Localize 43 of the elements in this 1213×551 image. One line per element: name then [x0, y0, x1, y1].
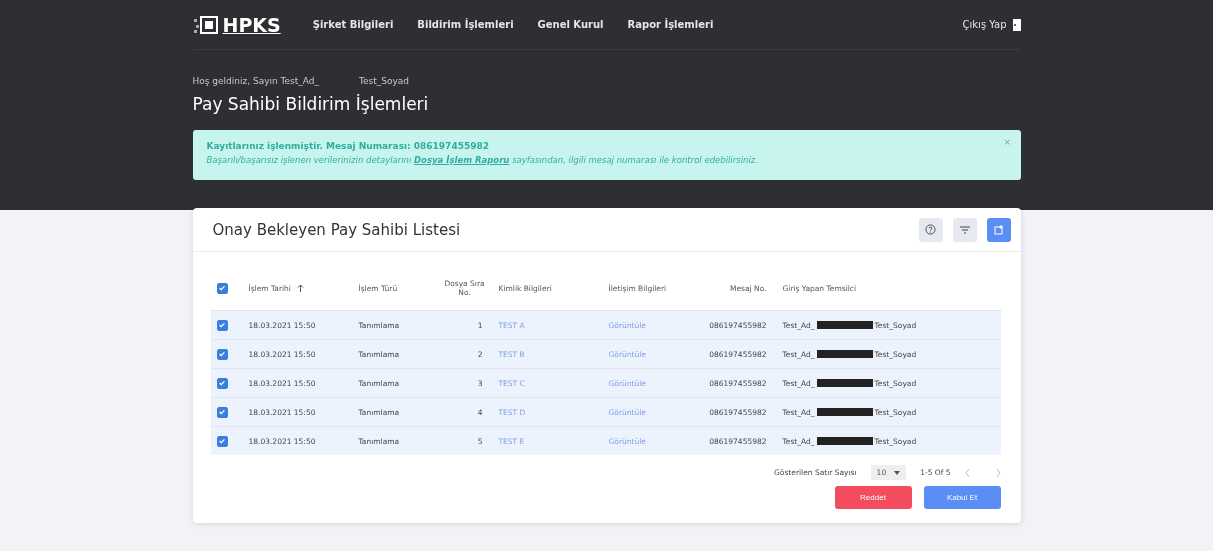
check-icon: [218, 437, 226, 445]
help-icon: [925, 224, 936, 235]
add-note-icon: [993, 224, 1004, 235]
filter-icon: [959, 225, 970, 234]
logo-icon: [192, 14, 219, 35]
accept-button[interactable]: Kabul Et: [923, 486, 1001, 509]
export-button[interactable]: [986, 217, 1011, 242]
check-icon: [218, 408, 226, 416]
card-title: Onay Bekleyen Pay Sahibi Listesi: [212, 220, 462, 239]
user-surname: Test_Soyad: [359, 76, 409, 86]
welcome-text: Hoş geldiniz, Sayın Test_Ad_: [192, 76, 319, 86]
checkbox[interactable]: [216, 377, 228, 389]
check-icon: [218, 284, 226, 292]
redaction-bar: [816, 437, 873, 445]
nav-link[interactable]: Rapor İşlemleri: [627, 19, 714, 30]
checkbox[interactable]: [216, 282, 228, 294]
report-link[interactable]: Dosya İşlem Raporu: [414, 155, 510, 165]
checkbox[interactable]: [216, 319, 228, 331]
checkbox[interactable]: [216, 435, 228, 447]
nav-link[interactable]: Şirket Bilgileri: [312, 19, 394, 30]
checkbox[interactable]: [216, 406, 228, 418]
redaction-bar: [816, 350, 873, 358]
page-title: Pay Sahibi Bildirim İşlemleri: [192, 94, 430, 114]
reject-button[interactable]: Reddet: [834, 486, 912, 509]
redaction-bar: [816, 321, 873, 329]
nav-link[interactable]: Bildirim İşlemleri: [417, 19, 514, 30]
check-icon: [218, 350, 226, 358]
checkbox[interactable]: [216, 348, 228, 360]
redaction-bar: [816, 379, 873, 387]
check-icon: [218, 321, 226, 329]
alert-message: Başarılı/başarısız işlenen verilerinizin detaylarını Dosya İşlem Raporu sayfasından, ilgili mesaj numarası ile kontrol edebilirsiniz.: [206, 155, 759, 165]
alert-title: Kayıtlarınız işlenmiştir. Mesaj Numarası: 086197455982: [206, 141, 490, 151]
help-button[interactable]: [918, 217, 943, 242]
door-icon: [1012, 18, 1021, 31]
arrow-up-icon: [296, 284, 304, 292]
check-icon: [218, 379, 226, 387]
logout-link[interactable]: Çıkış Yap: [962, 18, 1021, 31]
logo-text: HPKS: [222, 13, 281, 36]
nav-link[interactable]: Genel Kurul: [537, 19, 604, 30]
close-button[interactable]: ×: [1004, 136, 1011, 148]
caret-icon: [894, 470, 901, 475]
filter-button[interactable]: [952, 217, 977, 242]
redaction-bar: [816, 408, 873, 416]
